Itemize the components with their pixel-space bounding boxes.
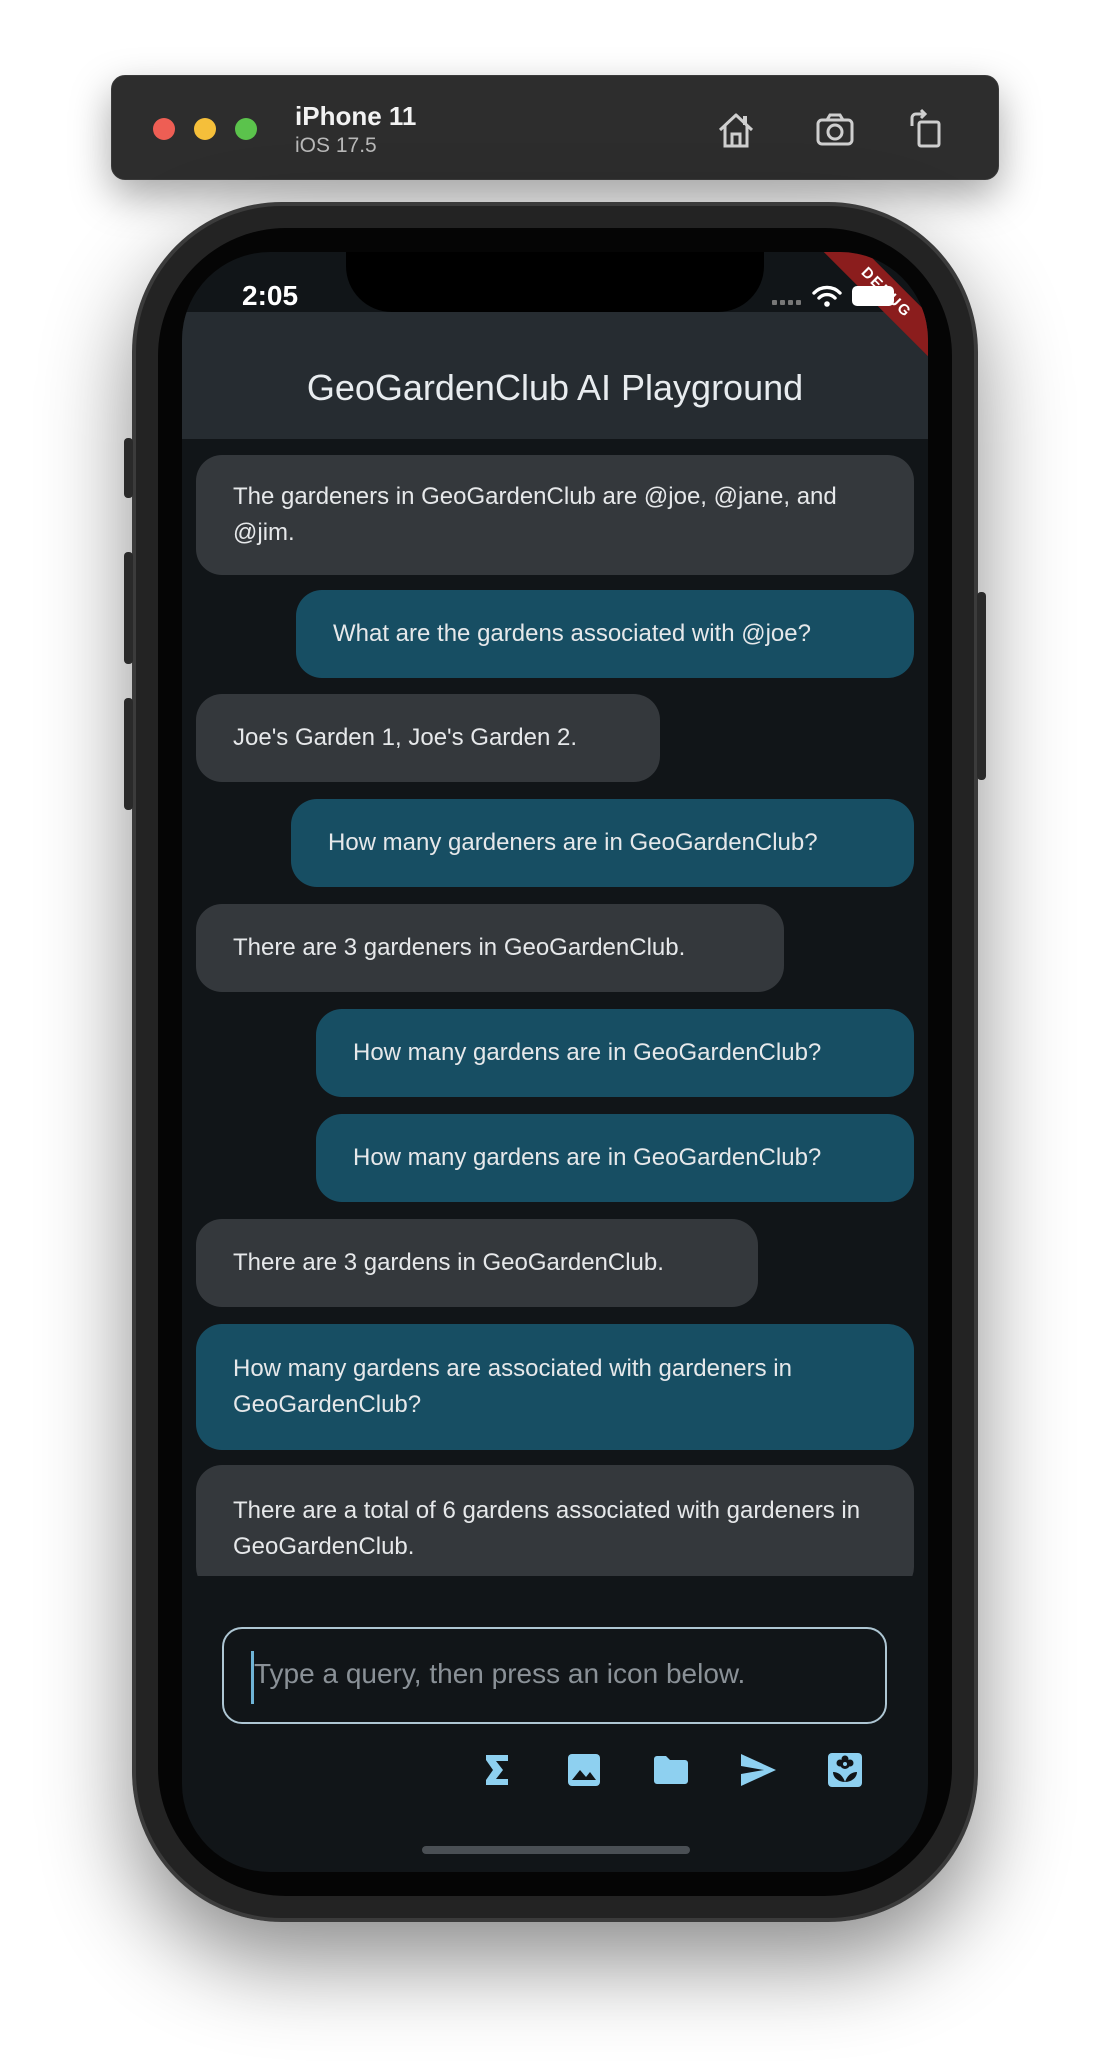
chat-list[interactable]: The gardeners in GeoGardenClub are @joe,… bbox=[182, 439, 928, 1576]
query-input[interactable]: Type a query, then press an icon below. bbox=[222, 1627, 887, 1724]
florist-button[interactable] bbox=[815, 1740, 875, 1800]
user-message: How many gardens are in GeoGardenClub? bbox=[316, 1009, 914, 1097]
screenshot-button[interactable] bbox=[811, 106, 859, 154]
image-button[interactable] bbox=[554, 1740, 614, 1800]
bot-message: There are 3 gardens in GeoGardenClub. bbox=[196, 1219, 758, 1307]
device-name: iPhone 11 bbox=[295, 101, 417, 131]
sigma-icon bbox=[486, 1755, 508, 1785]
simulator-toolbar: iPhone 11 iOS 17.5 bbox=[111, 75, 999, 180]
send-icon bbox=[741, 1754, 776, 1786]
sigma-button[interactable] bbox=[467, 1740, 527, 1800]
bot-message: The gardeners in GeoGardenClub are @joe,… bbox=[196, 455, 914, 575]
volume-down-button bbox=[124, 698, 133, 810]
home-button[interactable] bbox=[712, 106, 760, 154]
cellular-signal-icon bbox=[772, 300, 801, 305]
user-message: How many gardens are in GeoGardenClub? bbox=[316, 1114, 914, 1202]
home-icon bbox=[718, 113, 754, 148]
battery-icon bbox=[852, 286, 894, 306]
volume-up-button bbox=[124, 552, 133, 664]
close-window-button[interactable] bbox=[153, 118, 175, 140]
notch bbox=[346, 252, 764, 312]
send-button[interactable] bbox=[728, 1740, 788, 1800]
rotate-icon bbox=[910, 108, 941, 148]
os-version: iOS 17.5 bbox=[295, 134, 377, 157]
user-message: How many gardeners are in GeoGardenClub? bbox=[291, 799, 914, 887]
screenshot-icon bbox=[816, 113, 854, 146]
home-indicator bbox=[422, 1846, 690, 1854]
bot-message: Joe's Garden 1, Joe's Garden 2. bbox=[196, 694, 660, 782]
folder-icon bbox=[654, 1756, 688, 1784]
power-button bbox=[977, 592, 986, 780]
user-message: How many gardens are associated with gar… bbox=[196, 1324, 914, 1450]
local-florist-icon bbox=[828, 1753, 862, 1787]
minimize-window-button[interactable] bbox=[194, 118, 216, 140]
wifi-icon bbox=[812, 285, 842, 307]
status-time: 2:05 bbox=[242, 280, 299, 311]
image-icon bbox=[568, 1754, 600, 1786]
zoom-window-button[interactable] bbox=[235, 118, 257, 140]
folder-button[interactable] bbox=[641, 1740, 701, 1800]
app-bar: GeoGardenClub AI Playground bbox=[182, 312, 928, 439]
bot-message: There are 3 gardeners in GeoGardenClub. bbox=[196, 904, 784, 992]
phone-screen: 2:05 DEBUG GeoGardenClub AI Playground T… bbox=[182, 252, 928, 1872]
mute-switch bbox=[124, 438, 133, 498]
rotate-button[interactable] bbox=[902, 106, 950, 154]
app-title: GeoGardenClub AI Playground bbox=[306, 367, 804, 408]
user-message: What are the gardens associated with @jo… bbox=[296, 590, 914, 678]
query-input-placeholder: Type a query, then press an icon below. bbox=[254, 1658, 746, 1689]
bot-message: There are a total of 6 gardens associate… bbox=[196, 1465, 914, 1576]
action-bar bbox=[182, 1740, 928, 1800]
